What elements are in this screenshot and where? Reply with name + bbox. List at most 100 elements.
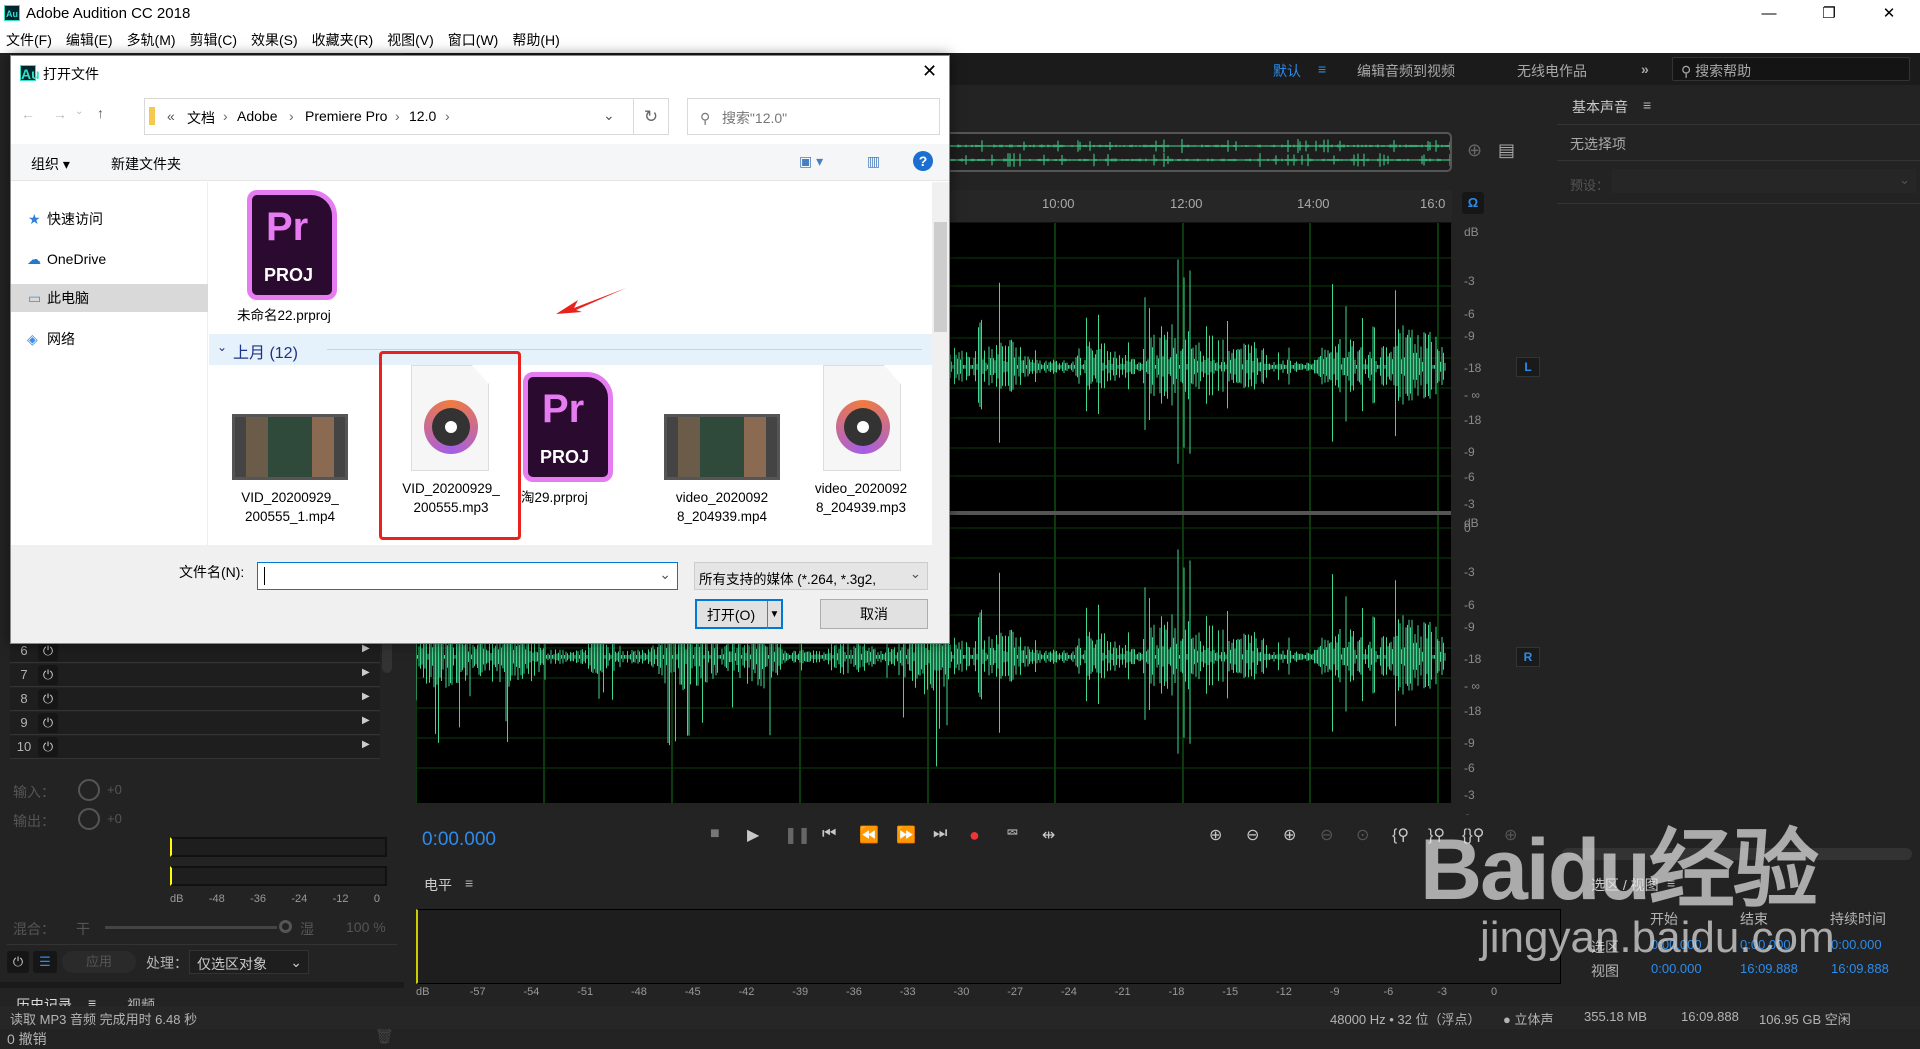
input-gain-knob[interactable]	[78, 779, 100, 801]
preset-select[interactable]: ⌄	[1612, 169, 1916, 193]
file-item[interactable]: video_2020092 8_204939.mp3	[801, 365, 921, 517]
panel-menu-icon[interactable]: ≡	[1643, 97, 1651, 113]
folder-search-input[interactable]: ⚲ 搜索"12.0"	[687, 98, 940, 135]
dialog-close-button[interactable]: ✕	[922, 61, 937, 82]
breadcrumb-overflow[interactable]: «	[167, 108, 175, 124]
help-search-input[interactable]: ⚲ 搜索帮助	[1672, 57, 1910, 81]
workspace-edit-audio-to-video[interactable]: 编辑音频到视频	[1357, 61, 1455, 81]
organize-button[interactable]: 组织 ▾	[31, 154, 70, 174]
output-gain-knob[interactable]	[78, 808, 100, 830]
view-start[interactable]: 0:00.000	[1651, 961, 1702, 976]
go-to-end-icon[interactable]: ⏭	[933, 825, 947, 843]
nav-network[interactable]: ◈ 网络	[25, 325, 215, 353]
selection-start[interactable]: 0:00.000	[1651, 937, 1702, 952]
rack-slot[interactable]: 7 ⏻ ▶	[10, 664, 380, 687]
channel-left-button[interactable]: L	[1516, 357, 1540, 377]
slot-menu-arrow-icon[interactable]: ▶	[362, 739, 370, 750]
view-duration[interactable]: 16:09.888	[1831, 961, 1889, 976]
file-type-filter[interactable]: 所有支持的媒体 (*.264, *.3g2, ⌄	[694, 562, 928, 590]
pause-icon[interactable]: ❚❚	[784, 825, 811, 845]
address-dropdown-icon[interactable]: ⌄	[603, 107, 615, 124]
process-select[interactable]: 仅选区对象 ⌄	[189, 950, 309, 974]
view-mode-icon[interactable]: ▣ ▾	[799, 153, 823, 170]
rewind-icon[interactable]: ⏪	[859, 825, 879, 845]
workspace-radio[interactable]: 无线电作品	[1517, 61, 1587, 81]
up-icon[interactable]: ↑	[97, 105, 104, 121]
fast-forward-icon[interactable]: ⏩	[896, 825, 916, 845]
levels-menu-icon[interactable]: ≡	[465, 875, 473, 891]
scrollbar-thumb[interactable]	[934, 222, 947, 332]
file-list-scrollbar[interactable]	[932, 182, 949, 545]
workspace-default[interactable]: 默认	[1273, 61, 1301, 81]
loop-icon[interactable]: ⮹	[1006, 825, 1019, 843]
open-dropdown-icon[interactable]: ▼	[767, 601, 781, 629]
menu-file[interactable]: 文件(F)	[6, 30, 52, 50]
zoom-in-point-icon[interactable]: {⚲	[1392, 825, 1409, 845]
channel-right-button[interactable]: R	[1516, 647, 1540, 667]
trash-icon[interactable]: 🗑	[375, 1027, 394, 1045]
record-icon[interactable]: ●	[969, 825, 980, 846]
skip-selection-icon[interactable]: ⇹	[1042, 825, 1055, 845]
file-item[interactable]: VID_20200929_ 200555_1.mp4	[232, 414, 350, 526]
headphone-icon[interactable]: Ω	[1462, 192, 1484, 214]
menu-edit[interactable]: 编辑(E)	[66, 30, 113, 50]
file-item[interactable]: Pr PROJ 淘29.prproj	[521, 372, 643, 507]
help-icon[interactable]: ?	[913, 151, 933, 171]
slot-menu-arrow-icon[interactable]: ▶	[362, 715, 370, 726]
mix-slider[interactable]	[105, 926, 277, 929]
stop-icon[interactable]: ■	[710, 825, 720, 843]
play-icon[interactable]: ▶	[747, 825, 759, 845]
zoom-in-time-icon[interactable]: ⊕	[1283, 825, 1296, 845]
rack-power-icon[interactable]: ⏻	[7, 951, 29, 973]
cancel-button[interactable]: 取消	[820, 599, 928, 629]
address-bar[interactable]: « 文档 › Adobe › Premiere Pro › 12.0 › ⌄	[144, 98, 634, 135]
rack-list-icon[interactable]: ☰	[33, 951, 57, 973]
more-workspaces-icon[interactable]: »	[1641, 61, 1649, 77]
mix-slider-handle[interactable]	[279, 920, 292, 933]
workspace-menu-icon[interactable]: ≡	[1318, 61, 1326, 77]
breadcrumb-item[interactable]: Premiere Pro	[305, 108, 387, 124]
power-icon[interactable]: ⏻	[38, 641, 58, 661]
power-icon[interactable]: ⏻	[38, 689, 58, 709]
filename-input[interactable]: ⌄	[257, 562, 678, 590]
nav-quick-access[interactable]: ★ 快速访问	[25, 205, 215, 233]
new-folder-button[interactable]: 新建文件夹	[111, 154, 181, 174]
menu-clip[interactable]: 剪辑(C)	[190, 30, 237, 50]
rack-slot[interactable]: 9 ⏻ ▶	[10, 712, 380, 735]
power-icon[interactable]: ⏻	[38, 737, 58, 757]
apply-button[interactable]: 应用	[62, 951, 136, 973]
slot-menu-arrow-icon[interactable]: ▶	[362, 643, 370, 654]
recent-chevron-icon[interactable]: ⌄	[75, 106, 83, 117]
nav-this-pc[interactable]: ▭ 此电脑	[11, 284, 208, 312]
view-end[interactable]: 16:09.888	[1740, 961, 1798, 976]
menu-multitrack[interactable]: 多轨(M)	[127, 30, 176, 50]
rack-slot[interactable]: 10 ⏻ ▶	[10, 736, 380, 759]
breadcrumb-item[interactable]: Adobe	[237, 108, 277, 124]
selection-end[interactable]: 0:00.000	[1740, 937, 1791, 952]
selection-duration[interactable]: 0:00.000	[1831, 937, 1882, 952]
menu-view[interactable]: 视图(V)	[387, 30, 434, 50]
minimize-button[interactable]: —	[1746, 0, 1792, 27]
zoom-out-point-icon[interactable]: }⚲	[1428, 825, 1445, 845]
overview-settings-icon[interactable]: ▤	[1498, 140, 1515, 161]
power-icon[interactable]: ⏻	[38, 665, 58, 685]
open-button[interactable]: 打开(O) ▼	[695, 599, 783, 629]
file-item[interactable]: video_2020092 8_204939.mp4	[664, 414, 782, 526]
zoom-selection-icon[interactable]: {}⚲	[1462, 825, 1484, 845]
preview-pane-icon[interactable]: ▥	[867, 153, 880, 170]
file-item[interactable]: Pr PROJ 未命名22.prproj	[237, 190, 357, 325]
menu-favorites[interactable]: 收藏夹(R)	[312, 30, 373, 50]
close-button[interactable]: ✕	[1866, 0, 1912, 27]
zoom-reset-icon[interactable]: ⊙	[1356, 825, 1369, 845]
zoom-full-icon[interactable]: ⊕	[1504, 825, 1517, 845]
rack-slot[interactable]: 8 ⏻ ▶	[10, 688, 380, 711]
group-header[interactable]: ⌄ 上月 (12)	[209, 334, 932, 365]
slot-menu-arrow-icon[interactable]: ▶	[362, 667, 370, 678]
selview-menu-icon[interactable]: ≡	[1667, 875, 1675, 891]
menu-help[interactable]: 帮助(H)	[512, 30, 559, 50]
nav-onedrive[interactable]: ☁ OneDrive	[25, 245, 215, 273]
zoom-out-time-icon[interactable]: ⊖	[1320, 825, 1333, 845]
menu-window[interactable]: 窗口(W)	[448, 30, 499, 50]
breadcrumb-item[interactable]: 文档	[187, 108, 215, 128]
go-to-start-icon[interactable]: ⏮	[822, 825, 836, 843]
